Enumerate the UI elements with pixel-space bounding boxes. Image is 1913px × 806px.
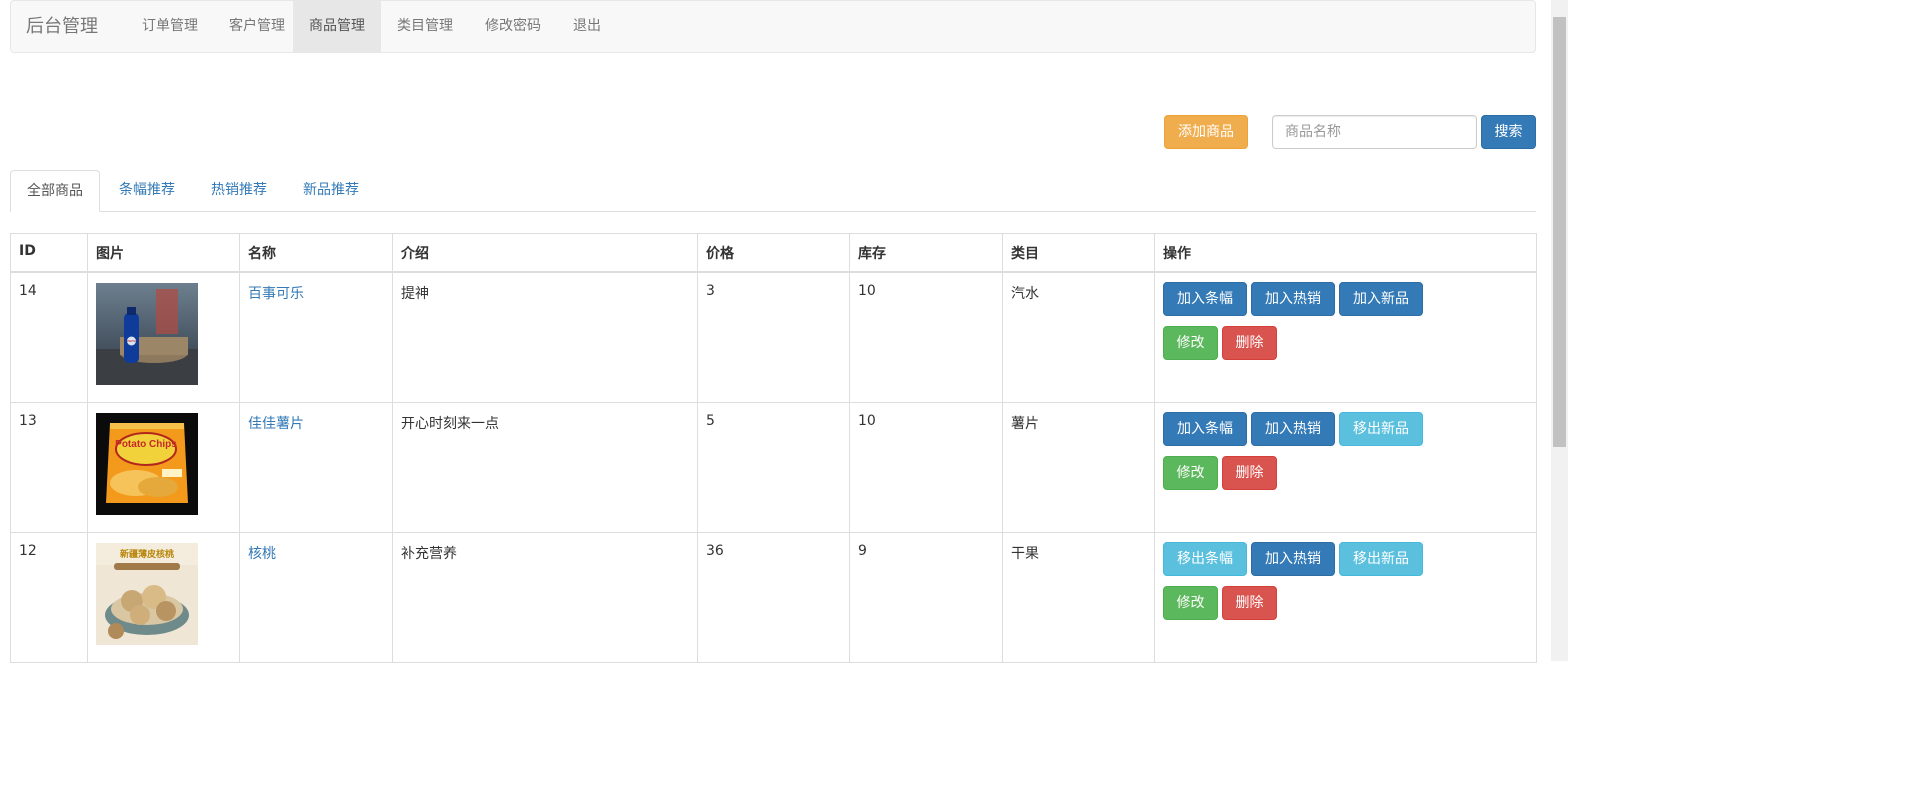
walnut-logo-text: 新疆薄皮核桃	[120, 548, 174, 559]
nav-item-products[interactable]: 商品管理	[293, 1, 381, 52]
nav-item-logout[interactable]: 退出	[557, 1, 617, 52]
product-image-chips[interactable]: Potato Chips	[96, 412, 198, 515]
cell-name: 百事可乐	[239, 271, 393, 403]
add-hot-button[interactable]: 加入热销	[1251, 282, 1335, 316]
add-new-button[interactable]: 加入新品	[1339, 282, 1423, 316]
cell-stock: 10	[849, 271, 1003, 403]
remove-banner-button[interactable]: 移出条幅	[1163, 541, 1247, 576]
header-image: 图片	[87, 233, 240, 273]
search-button[interactable]: 搜索	[1481, 115, 1536, 149]
header-id: ID	[10, 233, 88, 273]
cell-id: 12	[10, 531, 88, 663]
add-product-button[interactable]: 添加商品	[1164, 115, 1248, 149]
product-name-link[interactable]: 核桃	[248, 546, 276, 562]
header-name: 名称	[239, 233, 393, 273]
cell-image: 新疆薄皮核桃	[87, 531, 240, 663]
table-header-row: ID 图片 名称 介绍 价格 库存 类目 操作	[10, 233, 1537, 273]
cell-name: 核桃	[239, 531, 393, 663]
cell-category: 汽水	[1002, 271, 1155, 403]
product-image-walnut[interactable]: 新疆薄皮核桃	[96, 542, 198, 645]
remove-new-button[interactable]: 移出新品	[1339, 411, 1423, 446]
header-intro: 介绍	[392, 233, 698, 273]
nav-item-orders[interactable]: 订单管理	[120, 1, 220, 52]
product-name-link[interactable]: 佳佳薯片	[248, 416, 304, 432]
product-table: ID 图片 名称 介绍 价格 库存 类目 操作 14 PEPSI 百事可乐 提神…	[10, 233, 1537, 663]
vertical-scrollbar[interactable]	[1551, 0, 1568, 661]
remove-new-button[interactable]: 移出新品	[1339, 541, 1423, 576]
product-image-pepsi[interactable]: PEPSI	[96, 283, 198, 385]
cell-price: 36	[697, 531, 850, 663]
edit-button[interactable]: 修改	[1163, 455, 1218, 490]
cell-actions: 加入条幅 加入热销 移出新品 修改 删除	[1154, 401, 1537, 533]
header-category: 类目	[1002, 233, 1155, 273]
nav-item-customers[interactable]: 客户管理	[207, 1, 307, 52]
cell-category: 干果	[1002, 531, 1155, 663]
delete-button[interactable]: 删除	[1222, 585, 1277, 620]
cell-stock: 9	[849, 531, 1003, 663]
navbar: 后台管理 订单管理 客户管理 商品管理 类目管理 修改密码 退出	[10, 0, 1536, 53]
delete-button[interactable]: 删除	[1222, 455, 1277, 490]
chips-logo-text: Potato Chips	[115, 439, 177, 450]
search-input[interactable]	[1272, 115, 1477, 149]
edit-button[interactable]: 修改	[1163, 585, 1218, 620]
cell-intro: 开心时刻来一点	[392, 401, 698, 533]
nav-item-change-password[interactable]: 修改密码	[469, 1, 557, 52]
nav-item-categories[interactable]: 类目管理	[381, 1, 469, 52]
tab-new-recommend[interactable]: 新品推荐	[288, 170, 374, 212]
cell-image: PEPSI	[87, 271, 240, 403]
cell-id: 14	[10, 271, 88, 403]
header-stock: 库存	[849, 233, 1003, 273]
cell-intro: 提神	[392, 271, 698, 403]
header-price: 价格	[697, 233, 850, 273]
table-row: 12 新疆薄皮核桃 核桃 补充营养 36 9 干果 移出条幅 加入热销 移出新品…	[10, 531, 1537, 663]
product-name-link[interactable]: 百事可乐	[248, 286, 304, 302]
cell-actions: 移出条幅 加入热销 移出新品 修改 删除	[1154, 531, 1537, 663]
cell-price: 3	[697, 271, 850, 403]
add-banner-button[interactable]: 加入条幅	[1163, 282, 1247, 316]
add-banner-button[interactable]: 加入条幅	[1163, 411, 1247, 446]
add-hot-button[interactable]: 加入热销	[1251, 411, 1335, 446]
header-actions: 操作	[1154, 233, 1537, 273]
cell-image: Potato Chips	[87, 401, 240, 533]
delete-button[interactable]: 删除	[1222, 326, 1277, 360]
cell-price: 5	[697, 401, 850, 533]
scrollbar-thumb[interactable]	[1553, 17, 1566, 447]
pepsi-logo-text: PEPSI	[127, 339, 136, 343]
edit-button[interactable]: 修改	[1163, 326, 1218, 360]
tab-hot-recommend[interactable]: 热销推荐	[196, 170, 282, 212]
tab-all-products[interactable]: 全部商品	[10, 170, 100, 212]
cell-actions: 加入条幅 加入热销 加入新品 修改 删除	[1154, 271, 1537, 403]
brand[interactable]: 后台管理	[26, 1, 98, 52]
cell-name: 佳佳薯片	[239, 401, 393, 533]
cell-intro: 补充营养	[392, 531, 698, 663]
cell-id: 13	[10, 401, 88, 533]
cell-stock: 10	[849, 401, 1003, 533]
table-row: 14 PEPSI 百事可乐 提神 3 10 汽水 加入条幅 加入热销 加入新品 …	[10, 271, 1537, 403]
cell-category: 薯片	[1002, 401, 1155, 533]
tab-banner-recommend[interactable]: 条幅推荐	[104, 170, 190, 212]
table-row: 13 Potato Chips 佳佳薯片 开心时刻来一点 5 10 薯片 加入条…	[10, 401, 1537, 533]
add-hot-button[interactable]: 加入热销	[1251, 541, 1335, 576]
